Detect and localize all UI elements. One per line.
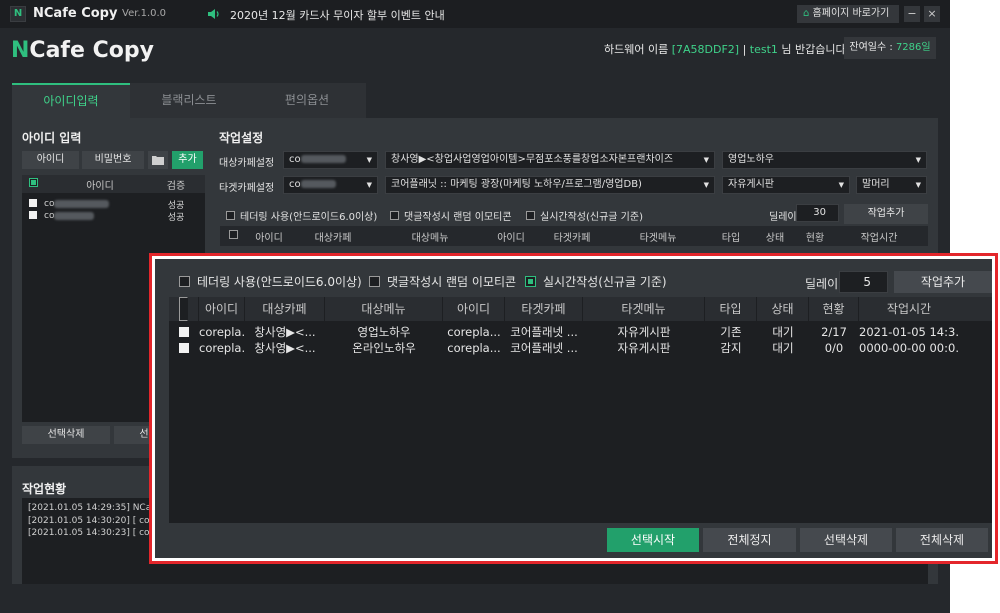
job-settings-title: 작업설정 (219, 131, 264, 145)
zoom-tethering-checkbox[interactable] (179, 276, 190, 287)
zoom-table-header: 아이디 대상카페 대상메뉴 아이디 타겟카페 타겟메뉴 타입 상태 현황 작업시… (169, 297, 992, 321)
dropdown-arrow-icon: ▼ (838, 181, 844, 189)
remaining-days: 잔여일수 : 7286일 (844, 37, 936, 59)
row-checkbox[interactable] (29, 210, 37, 219)
dropdown-arrow-icon: ▼ (366, 156, 372, 164)
homepage-button-label: 홈페이지 바로가기 (812, 8, 890, 19)
tab-options[interactable]: 편의옵션 (248, 83, 366, 118)
list-item[interactable]: co 성공 (22, 210, 205, 223)
delay-input[interactable]: 30 (796, 204, 839, 222)
title-bar: N NCafe Copy Ver.1.0.0 2020년 12월 카드사 무이자… (0, 0, 950, 28)
delete-selected-button[interactable]: 선택삭제 (800, 528, 892, 552)
delay-label: 딜레이 (769, 212, 797, 223)
target-cafe-label: 대상카페설정 (219, 158, 275, 169)
delete-selected-id-button[interactable]: 선택삭제 (22, 426, 110, 444)
target-menu-select[interactable]: 영업노하우 ▼ (722, 151, 927, 169)
realtime-option[interactable]: 실시간작성(신규글 기준) (526, 208, 643, 223)
id-input-title: 아이디 입력 (22, 131, 82, 145)
row-checkbox[interactable] (179, 343, 189, 353)
table-row[interactable]: corepla... 창사영▶<... 영업노하우 corepla... 코어플… (169, 325, 992, 339)
zoom-highlight-frame: 테더링 사용(안드로이드6.0이상) 댓글작성시 랜덤 이모티콘 실시간작성(신… (149, 253, 998, 564)
list-item[interactable]: co 성공 (22, 198, 205, 211)
password-button[interactable]: 비밀번호 (82, 151, 144, 169)
table-row[interactable]: corepla... 창사영▶<... 온라인노하우 corepla... 코어… (169, 341, 992, 355)
target-cafe-id-select[interactable]: co ▼ (283, 151, 378, 169)
tab-blacklist[interactable]: 블랙리스트 (130, 83, 248, 118)
dest-prefix-select[interactable]: 말머리 ▼ (856, 176, 927, 194)
zoom-tethering-option[interactable]: 테더링 사용(안드로이드6.0이상) (179, 273, 362, 290)
dest-cafe-select[interactable]: 코어플래닛 :: 마케팅 광장(마케팅 노하우/프로그램/영업DB) ▼ (385, 176, 715, 194)
col-id: 아이디 (86, 180, 114, 192)
start-selected-button[interactable]: 선택시작 (607, 528, 699, 552)
home-icon: ⌂ (803, 8, 810, 19)
job-table-header: 아이디 대상카페 대상메뉴 아이디 타겟카페 타겟메뉴 타입 상태 현황 작업시… (220, 226, 928, 246)
folder-button[interactable] (148, 151, 168, 169)
zoomed-job-panel: 테더링 사용(안드로이드6.0이상) 댓글작성시 랜덤 이모티콘 실시간작성(신… (155, 259, 992, 558)
brand-logo: NCafe Copy (11, 38, 154, 63)
speaker-icon (208, 9, 219, 19)
dropdown-arrow-icon: ▼ (915, 156, 921, 164)
row-checkbox[interactable] (179, 327, 189, 337)
user-name: test1 (749, 43, 778, 56)
zoom-select-all-checkbox[interactable] (179, 297, 188, 321)
tab-id-input[interactable]: 아이디입력 (12, 83, 130, 118)
main-tabs: 아이디입력 블랙리스트 편의옵션 (12, 83, 366, 118)
realtime-checkbox[interactable] (526, 211, 535, 220)
close-button[interactable]: × (924, 6, 940, 22)
minimize-button[interactable]: − (904, 6, 920, 22)
header: NCafe Copy 하드웨어 이름 [7A58DDF2] | test1 님 … (0, 28, 950, 72)
job-status-title: 작업현황 (22, 482, 67, 496)
zoom-realtime-checkbox[interactable] (525, 276, 536, 287)
homepage-button[interactable]: ⌂ 홈페이지 바로가기 (797, 5, 899, 23)
zoom-emoticon-checkbox[interactable] (369, 276, 380, 287)
id-button[interactable]: 아이디 (22, 151, 79, 169)
stop-all-button[interactable]: 전체정지 (703, 528, 796, 552)
dropdown-arrow-icon: ▼ (366, 181, 372, 189)
version-label: Ver.1.0.0 (122, 8, 167, 19)
dest-cafe-id-select[interactable]: co ▼ (283, 176, 378, 194)
dropdown-arrow-icon: ▼ (700, 152, 709, 168)
tethering-option[interactable]: 테더링 사용(안드로이드6.0이상) (226, 208, 377, 223)
app-name: NCafe Copy (33, 6, 118, 21)
dest-cafe-label: 타겟카페설정 (219, 183, 275, 194)
zoom-delay-label: 딜레이 (805, 277, 839, 291)
col-verify: 검증 (166, 180, 186, 192)
tethering-checkbox[interactable] (226, 211, 235, 220)
zoom-delay-input[interactable]: 5 (839, 271, 888, 293)
delete-all-button[interactable]: 전체삭제 (896, 528, 988, 552)
job-select-all-checkbox[interactable] (228, 230, 238, 239)
emoticon-option[interactable]: 댓글작성시 랜덤 이모티콘 (390, 208, 512, 223)
zoom-job-table: 아이디 대상카페 대상메뉴 아이디 타겟카페 타겟메뉴 타입 상태 현황 작업시… (169, 297, 992, 523)
target-cafe-select[interactable]: 창사영▶<창업사업영업아이템>무점포소풍를창업소자본프랜차이즈 ▼ (385, 151, 715, 169)
zoom-add-job-button[interactable]: 작업추가 (894, 271, 992, 293)
dest-board-select[interactable]: 자유게시판 ▼ (722, 176, 850, 194)
user-info: 하드웨어 이름 [7A58DDF2] | test1 님 반갑습니다! (604, 43, 851, 56)
zoom-emoticon-option[interactable]: 댓글작성시 랜덤 이모티콘 (369, 273, 516, 290)
dropdown-arrow-icon: ▼ (915, 181, 921, 189)
notice-text[interactable]: 2020년 12월 카드사 무이자 할부 이벤트 안내 (230, 7, 445, 23)
emoticon-checkbox[interactable] (390, 211, 399, 220)
add-button[interactable]: 추가 (172, 151, 203, 169)
zoom-realtime-option[interactable]: 실시간작성(신규글 기준) (525, 273, 667, 290)
row-checkbox[interactable] (29, 198, 37, 207)
folder-icon (152, 156, 164, 165)
app-logo-icon: N (10, 6, 26, 22)
add-job-button[interactable]: 작업추가 (844, 204, 928, 224)
dropdown-arrow-icon: ▼ (703, 181, 709, 189)
select-all-checkbox[interactable] (28, 178, 38, 187)
hardware-id: [7A58DDF2] (671, 43, 740, 56)
